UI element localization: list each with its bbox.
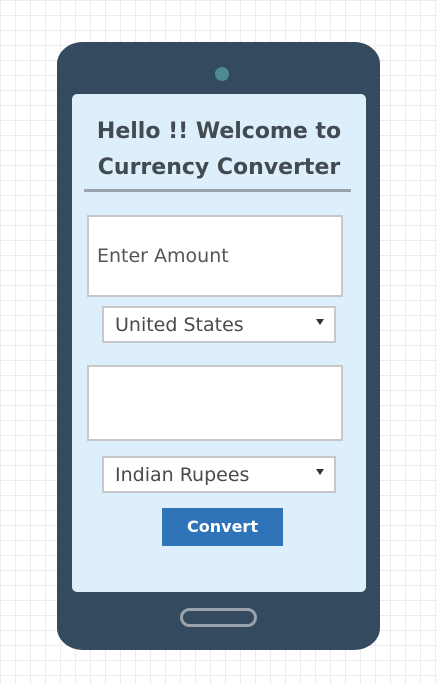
chevron-down-icon (316, 319, 324, 325)
amount-field[interactable] (87, 215, 343, 297)
home-button[interactable] (180, 608, 257, 627)
from-currency-select[interactable]: United States (102, 306, 336, 343)
chevron-down-icon (316, 469, 324, 475)
camera-icon (215, 67, 229, 81)
result-field[interactable] (87, 365, 343, 441)
amount-input[interactable] (89, 217, 341, 295)
title-divider (84, 189, 351, 192)
to-currency-label: Indian Rupees (115, 464, 250, 486)
to-currency-select[interactable]: Indian Rupees (102, 456, 336, 493)
from-currency-label: United States (115, 314, 244, 336)
page-title: Hello !! Welcome to Currency Converter (72, 114, 366, 186)
convert-button[interactable]: Convert (162, 508, 283, 546)
phone-frame: Hello !! Welcome to Currency Converter U… (57, 42, 380, 650)
title-line-1: Hello !! Welcome to (96, 119, 342, 144)
title-line-2: Currency Converter (97, 155, 341, 180)
app-screen: Hello !! Welcome to Currency Converter U… (72, 94, 366, 592)
